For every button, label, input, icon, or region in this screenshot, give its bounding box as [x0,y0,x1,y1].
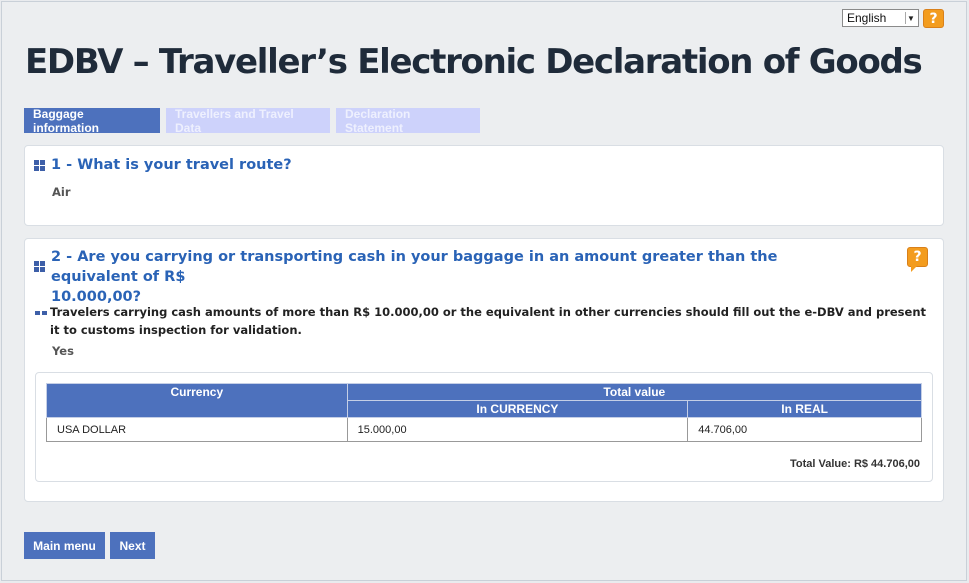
question-2-answer: Yes [52,344,74,358]
question-1-panel: 1 - What is your travel route? Air [24,145,944,226]
grid-icon [34,160,45,171]
cell-in-currency: 15.000,00 [346,417,689,442]
chevron-down-icon: ▼ [905,12,916,24]
question-2-line-1: 2 - Are you carrying or transporting cas… [51,249,778,285]
bullet-icon [35,311,47,315]
tab-declaration-statement[interactable]: Declaration Statement [336,107,480,135]
help-icon[interactable]: ? [923,9,944,28]
cash-table: Currency Total value In CURRENCY In REAL… [46,383,923,442]
question-1-answer: Air [52,185,71,199]
column-header-total-value: Total value [346,383,923,401]
tab-travellers-and-travel-data[interactable]: Travellers and Travel Data [166,107,330,135]
column-header-in-currency: In CURRENCY [346,400,689,418]
column-header-currency: Currency [46,383,348,418]
language-select-value: English [847,11,887,25]
main-menu-button[interactable]: Main menu [24,532,105,559]
cell-in-real: 44.706,00 [687,417,922,442]
question-2-text: 2 - Are you carrying or transporting cas… [51,247,851,307]
table-row: USA DOLLAR 15.000,00 44.706,00 [46,417,922,442]
question-1-text: 1 - What is your travel route? [51,157,292,173]
help-icon[interactable]: ? [907,247,928,272]
language-select[interactable]: English ▼ [842,9,919,27]
next-button[interactable]: Next [110,532,155,559]
page-title: EDBV – Traveller’s Electronic Declaratio… [25,42,923,82]
tab-baggage-information[interactable]: Baggage information [24,107,160,135]
column-header-in-real: In REAL [687,400,922,418]
cash-notice: Travelers carrying cash amounts of more … [50,305,927,337]
cash-table-box: Currency Total value In CURRENCY In REAL… [35,372,933,482]
cell-currency: USA DOLLAR [46,417,348,442]
grid-icon [34,261,45,272]
question-2-panel: 2 - Are you carrying or transporting cas… [24,238,944,502]
total-value: Total Value: R$ 44.706,00 [789,458,920,470]
